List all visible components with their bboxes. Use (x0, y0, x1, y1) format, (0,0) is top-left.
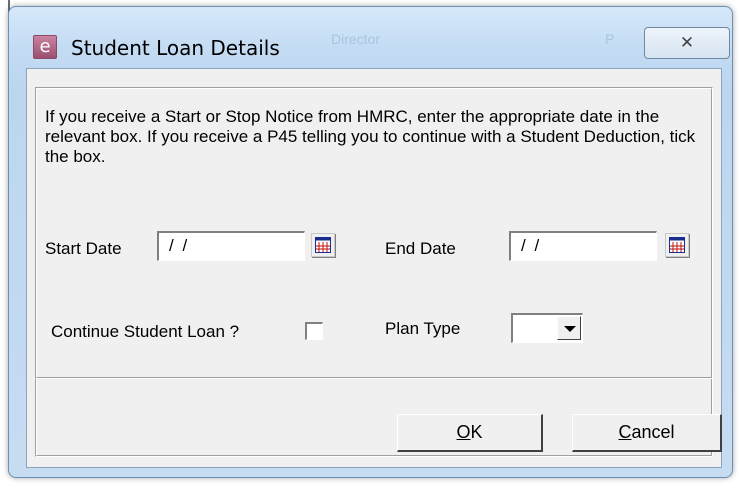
background-ghost-text: P (605, 31, 615, 47)
start-date-calendar-button[interactable] (311, 233, 335, 257)
start-date-input[interactable]: / / (157, 231, 305, 261)
background-ghost-text: Director (331, 31, 381, 47)
cancel-button[interactable]: Cancel (572, 414, 722, 452)
app-e-icon: e (33, 35, 57, 59)
dialog-title: Student Loan Details (71, 36, 280, 60)
plan-type-dropdown-button[interactable] (557, 316, 581, 340)
plan-type-select[interactable] (511, 313, 583, 343)
plan-type-label: Plan Type (385, 319, 461, 338)
chevron-down-icon (564, 326, 576, 332)
end-date-calendar-button[interactable] (665, 233, 689, 257)
close-icon: ✕ (679, 33, 695, 53)
close-button[interactable]: ✕ (644, 27, 730, 59)
end-date-label: End Date (385, 239, 456, 258)
continue-loan-label: Continue Student Loan ? (51, 322, 240, 341)
dialog-client-area: If you receive a Start or Stop Notice fr… (26, 68, 722, 468)
start-date-value: / / (169, 236, 190, 255)
instructions-text: If you receive a Start or Stop Notice fr… (45, 107, 696, 166)
end-date-value: / / (521, 236, 542, 255)
end-date-input[interactable]: / / (509, 231, 657, 261)
continue-loan-checkbox[interactable] (305, 322, 323, 340)
start-date-label: Start Date (45, 239, 122, 258)
calendar-icon (669, 237, 685, 253)
calendar-icon (315, 237, 331, 253)
ok-button[interactable]: OK (397, 414, 543, 452)
